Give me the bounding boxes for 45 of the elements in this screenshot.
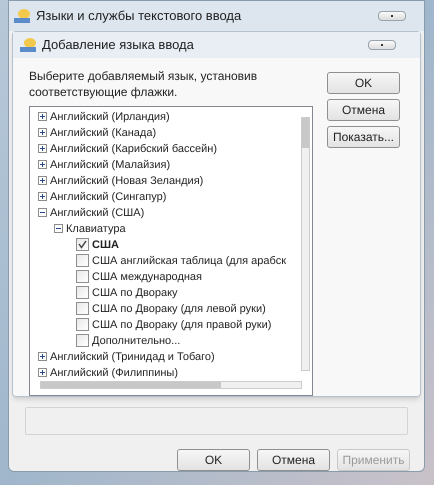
dialog-button[interactable]: Показать... bbox=[327, 126, 400, 148]
checkbox[interactable] bbox=[76, 302, 89, 316]
expand-icon[interactable] bbox=[38, 352, 47, 362]
collapse-icon[interactable] bbox=[38, 208, 47, 218]
expand-icon[interactable] bbox=[38, 144, 47, 154]
expand-icon[interactable] bbox=[38, 176, 47, 186]
tree-item[interactable]: США по Двораку (для правой руки) bbox=[92, 316, 272, 334]
tree-item[interactable]: Клавиатура bbox=[66, 220, 126, 238]
expand-icon[interactable] bbox=[38, 368, 47, 378]
expand-icon[interactable] bbox=[38, 128, 47, 138]
tree-item[interactable]: США по Двораку bbox=[92, 284, 178, 302]
checkbox[interactable] bbox=[76, 286, 89, 300]
window-title: Языки и службы текстового ввода bbox=[36, 7, 242, 26]
tree-item[interactable]: Английский (Карибский бассейн) bbox=[50, 140, 217, 158]
checkbox[interactable] bbox=[76, 318, 89, 332]
dialog-button[interactable]: Отмена bbox=[257, 449, 330, 471]
checkbox[interactable] bbox=[76, 334, 89, 348]
dialog-button[interactable]: Отмена bbox=[327, 98, 400, 121]
tree-item[interactable]: Английский (Малайзия) bbox=[50, 156, 170, 174]
tree-item[interactable]: Английский (Ирландия) bbox=[50, 108, 170, 126]
tree-item[interactable]: Английский (Тринидад и Тобаго) bbox=[50, 348, 215, 366]
checkbox[interactable] bbox=[76, 254, 89, 268]
dialog-title: Добавление языка ввода bbox=[42, 36, 195, 54]
vertical-scrollbar[interactable] bbox=[301, 116, 310, 371]
tree-item[interactable]: Английский (Сингапур) bbox=[50, 188, 166, 206]
tree-item[interactable]: США bbox=[92, 236, 119, 254]
checkbox[interactable] bbox=[76, 270, 89, 284]
dialog-button[interactable]: OK bbox=[327, 72, 400, 94]
tree-item[interactable]: США по Двораку (для левой руки) bbox=[92, 300, 266, 318]
expand-icon[interactable] bbox=[38, 112, 47, 122]
tree-item[interactable]: Английский (США) bbox=[50, 204, 144, 222]
checkbox[interactable] bbox=[76, 238, 89, 252]
tree-item[interactable]: Английский (Канада) bbox=[50, 124, 156, 142]
expand-icon[interactable] bbox=[38, 192, 47, 202]
tree-item[interactable]: США международная bbox=[92, 268, 202, 286]
horizontal-scrollbar[interactable] bbox=[40, 380, 302, 389]
check-icon bbox=[78, 240, 87, 250]
dialog-button[interactable]: OK bbox=[177, 449, 250, 471]
expand-icon[interactable] bbox=[38, 160, 47, 170]
tree-item[interactable]: Дополнительно... bbox=[92, 332, 180, 350]
tree-item[interactable]: Английский (Филиппины) bbox=[50, 364, 178, 381]
tree-item[interactable]: США английская таблица (для арабск bbox=[92, 252, 286, 270]
tree-item[interactable]: Английский (Новая Зеландия) bbox=[50, 172, 204, 190]
collapse-icon[interactable] bbox=[54, 224, 63, 234]
instructions-text: Выберите добавляемый язык, установив соответствующие флажки. bbox=[29, 68, 258, 100]
